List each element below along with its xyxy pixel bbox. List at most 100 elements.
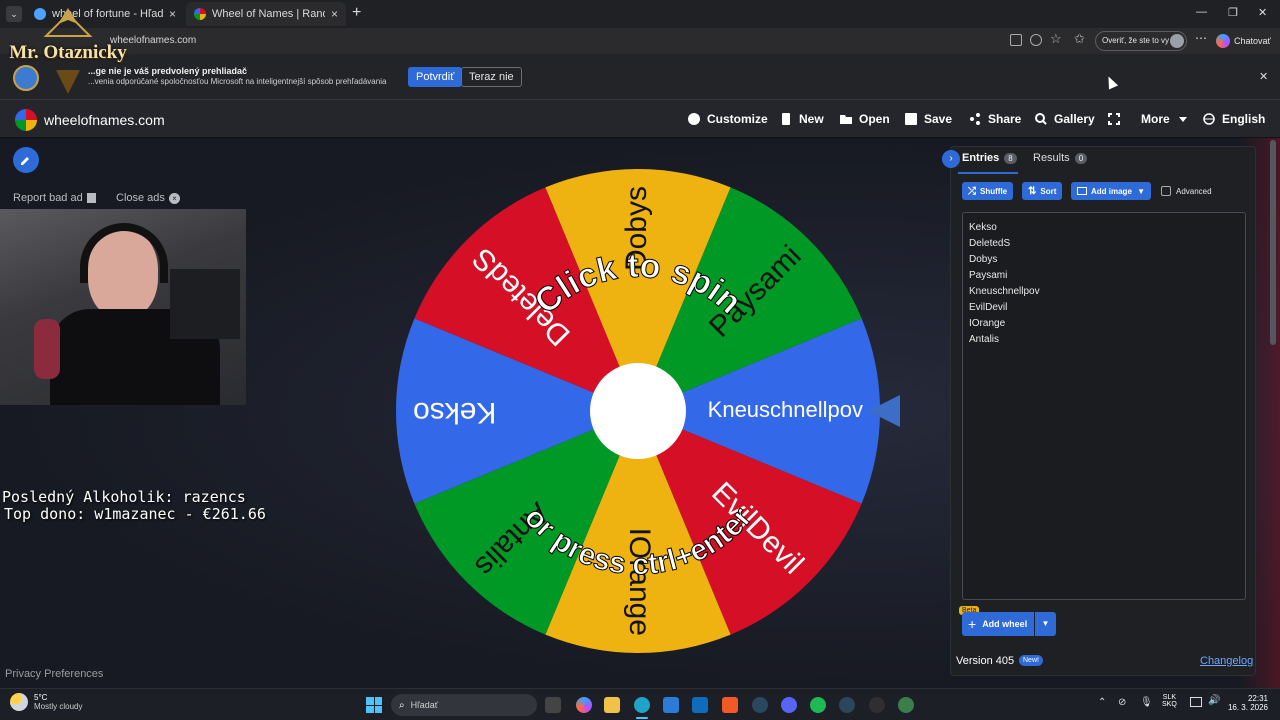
tab-entries[interactable]: Entries 8 — [962, 152, 1017, 164]
site-logo-icon[interactable] — [15, 109, 37, 131]
nav-language[interactable]: English — [1203, 100, 1265, 138]
settings-more-icon[interactable]: ⋯ — [1195, 31, 1207, 45]
entry-line[interactable]: Antalis — [969, 332, 1040, 348]
keyboard-layout[interactable]: SLK SKQ — [1162, 694, 1177, 708]
store-icon[interactable] — [663, 697, 679, 713]
nav-share[interactable]: Share — [969, 100, 1021, 138]
minimize-button[interactable]: — — [1196, 6, 1207, 18]
temperature: 5°C — [34, 693, 48, 702]
volume-icon[interactable]: 🔊 — [1208, 695, 1220, 706]
caret-down-icon — [1178, 117, 1187, 122]
shuffle-button[interactable]: ⤮ Shuffle — [962, 182, 1014, 200]
wheel[interactable]: KneuschnellpovEvilDevilIOrangeAntalisKek… — [394, 167, 882, 655]
tab-underline — [958, 172, 1018, 174]
maximize-button[interactable]: ❐ — [1228, 6, 1238, 19]
file-explorer-icon[interactable] — [604, 697, 620, 713]
nav-save[interactable]: Save — [905, 100, 952, 138]
nav-label: Open — [859, 112, 890, 126]
nav-label: Save — [924, 112, 953, 126]
entry-line[interactable]: Dobys — [969, 252, 1040, 268]
close-tab-icon[interactable]: × — [169, 7, 176, 21]
entry-line[interactable]: IOrange — [969, 316, 1040, 332]
favorite-star-icon[interactable]: ☆ — [1050, 31, 1062, 47]
changelog-link[interactable]: Changelog — [1200, 655, 1253, 667]
add-image-label: Add image — [1091, 186, 1132, 196]
steam-icon[interactable] — [752, 697, 768, 713]
site-name[interactable]: wheelofnames.com — [44, 112, 165, 128]
translate-icon[interactable] — [1010, 34, 1022, 46]
copilot-app-icon[interactable] — [576, 697, 592, 713]
save-icon — [905, 113, 917, 125]
nav-gallery[interactable]: Gallery — [1035, 100, 1095, 138]
weather-widget[interactable]: 5°C Mostly cloudy — [10, 693, 82, 711]
discord-icon[interactable] — [781, 697, 797, 713]
spotify-icon[interactable] — [810, 697, 826, 713]
reader-icon[interactable] — [1030, 34, 1042, 46]
confirm-button[interactable]: Potvrdiť — [408, 67, 463, 87]
page-scrollbar[interactable] — [1270, 140, 1276, 345]
verify-profile-button[interactable]: Overiť, že ste to vy — [1095, 31, 1187, 51]
plus-icon: + — [968, 616, 977, 632]
nav-more[interactable]: More — [1141, 100, 1189, 138]
tray-overflow-icon[interactable]: ⌃ — [1098, 697, 1106, 708]
new-tab-button[interactable]: + — [352, 4, 361, 22]
display-icon[interactable] — [1190, 697, 1202, 707]
app-icon[interactable] — [898, 697, 914, 713]
shuffle-label: Shuffle — [980, 186, 1008, 196]
version-text: Version 405 — [956, 655, 1015, 667]
outlook-icon[interactable] — [692, 697, 708, 713]
new-badge: New! — [1019, 655, 1043, 666]
start-button[interactable] — [366, 697, 382, 713]
entries-textarea[interactable]: Kekso DeletedS Dobys Paysami Kneuschnellpov E… — [962, 212, 1246, 600]
nav-customize[interactable]: Customize — [688, 100, 768, 138]
entry-line[interactable]: EvilDevil — [969, 300, 1040, 316]
entry-line[interactable]: DeletedS — [969, 236, 1040, 252]
infobar-close-icon[interactable]: ✕ — [1259, 70, 1268, 83]
flag-icon — [86, 193, 96, 203]
privacy-preferences-link[interactable]: Privacy Preferences — [5, 668, 103, 680]
sort-button[interactable]: ⇅ Sort — [1022, 182, 1063, 200]
collapse-panel-button[interactable]: › — [942, 150, 960, 168]
tab-wheel-of-names[interactable]: Wheel of Names | Random name p × — [186, 2, 346, 26]
close-window-button[interactable]: ✕ — [1258, 6, 1267, 19]
edge-icon[interactable] — [634, 697, 650, 713]
add-wheel-dropdown-button[interactable]: ▼ — [1035, 612, 1056, 636]
copilot-button[interactable]: Chatovať — [1216, 31, 1271, 51]
nav-fullscreen[interactable] — [1108, 100, 1120, 138]
obs-icon[interactable] — [869, 697, 885, 713]
add-wheel-button[interactable]: + Add wheel — [962, 612, 1034, 636]
clock[interactable]: 22:31 16. 3. 2026 — [1226, 694, 1268, 712]
taskbar-search[interactable]: ⌕ Hľadať — [391, 694, 537, 716]
network-icon[interactable]: ⊘ — [1118, 697, 1126, 708]
nav-open[interactable]: Open — [840, 100, 890, 138]
wheel-container[interactable]: Kneuschnellpov EvilDevil IOrange Antalis Kek… — [394, 167, 882, 655]
webcam-chair — [170, 269, 240, 339]
last-alcoholic-text: Posledný Alkoholik: razencs — [2, 488, 246, 506]
report-label: Report bad ad — [13, 192, 83, 204]
edit-title-button[interactable] — [13, 147, 39, 173]
close-tab-icon[interactable]: × — [331, 7, 338, 21]
wheel-center-hub — [590, 363, 686, 459]
address-bar-row: wheelofnames.com ☆ ✩ Overiť, že ste to v… — [0, 28, 1280, 54]
nav-new[interactable]: New — [780, 100, 824, 138]
advanced-checkbox[interactable]: Advanced — [1161, 186, 1212, 196]
tab-results[interactable]: Results 0 — [1033, 152, 1088, 164]
results-count-badge: 0 — [1074, 152, 1088, 164]
not-now-button[interactable]: Teraz nie — [461, 67, 522, 87]
favorites-icon[interactable]: ✩ — [1074, 31, 1085, 47]
close-ads-link[interactable]: Close ads × — [116, 192, 180, 204]
search-icon: ⌕ — [399, 699, 405, 711]
url-field[interactable]: wheelofnames.com — [96, 31, 996, 51]
brave-icon[interactable] — [722, 697, 738, 713]
add-image-button[interactable]: Add image ▼ — [1071, 182, 1151, 200]
entry-line[interactable]: Kekso — [969, 220, 1040, 236]
report-bad-ad-link[interactable]: Report bad ad — [13, 192, 96, 204]
wheel-segment-label: Kneuschnellpov — [708, 397, 863, 422]
active-app-indicator — [636, 717, 648, 719]
microphone-icon[interactable]: 🎙 — [1140, 697, 1153, 708]
entry-line[interactable]: Paysami — [969, 268, 1040, 284]
steam-2-icon[interactable] — [839, 697, 855, 713]
entry-line[interactable]: Kneuschnellpov — [969, 284, 1040, 300]
image-icon — [1077, 187, 1087, 195]
task-view-icon[interactable] — [545, 697, 561, 713]
